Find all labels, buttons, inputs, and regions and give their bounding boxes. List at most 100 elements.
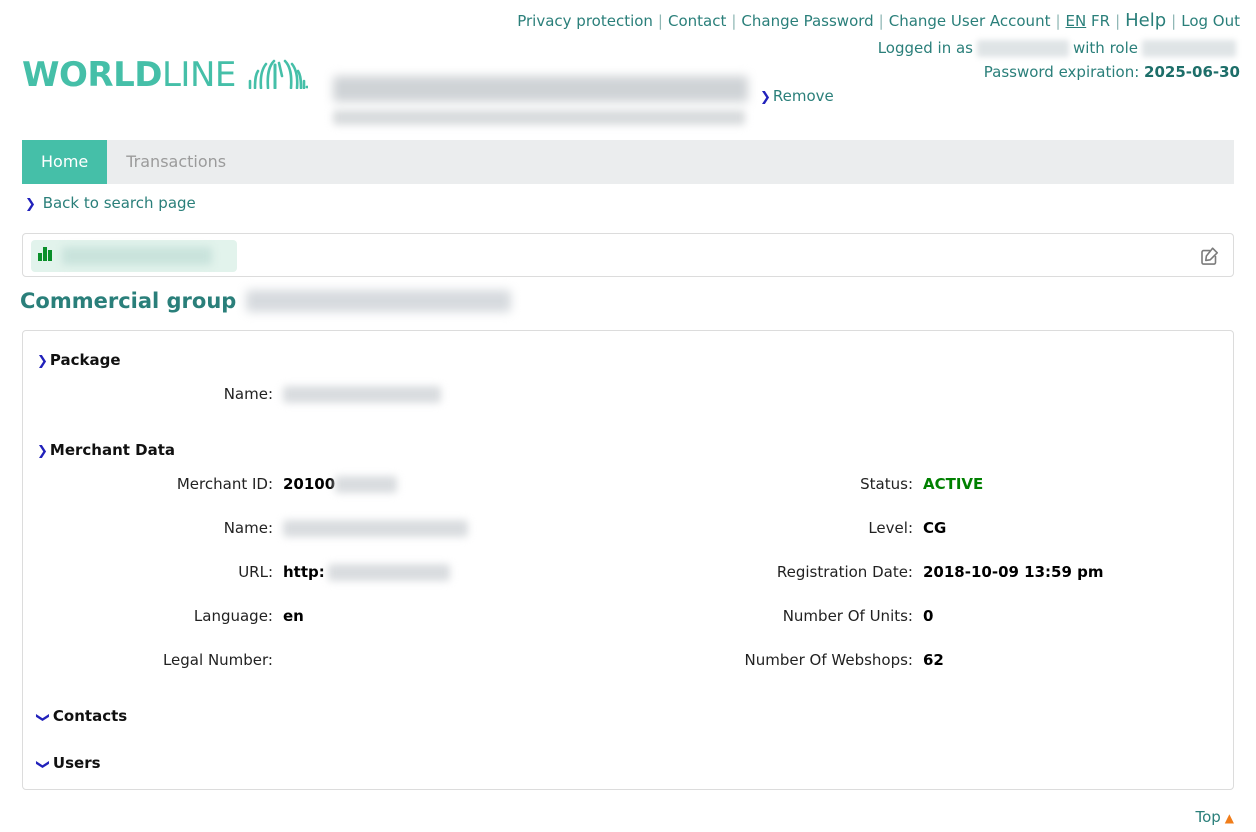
- field-value: http:: [283, 563, 450, 581]
- chevron-right-icon: ❯: [760, 90, 771, 105]
- field-number-of-webshops: Number Of Webshops: 62: [623, 649, 944, 671]
- field-registration-date: Registration Date: 2018-10-09 13:59 pm: [623, 561, 1104, 583]
- section-package-label: Package: [49, 351, 121, 369]
- link-separator: |: [731, 12, 737, 30]
- privacy-protection-link[interactable]: Privacy protection: [517, 12, 653, 30]
- language-en-link[interactable]: EN: [1066, 12, 1087, 30]
- section-merchant-data-label: Merchant Data: [49, 441, 176, 459]
- entity-id-chip[interactable]: [31, 240, 237, 272]
- link-separator: |: [1115, 12, 1121, 30]
- field-label: Name:: [223, 385, 273, 403]
- field-value: 2018-10-09 13:59 pm: [923, 563, 1104, 581]
- field-value: 0: [923, 607, 934, 625]
- section-contacts-label: Contacts: [52, 707, 128, 725]
- field-label: URL:: [238, 563, 273, 581]
- merchant-title-line-1: [333, 76, 748, 102]
- value-redacted: [283, 385, 441, 403]
- field-label: Registration Date:: [776, 563, 913, 581]
- field-label: Level:: [868, 519, 913, 537]
- field-number-of-units: Number Of Units: 0: [623, 605, 934, 627]
- field-value: CG: [923, 519, 947, 537]
- link-separator: |: [657, 12, 663, 30]
- status-badge: ACTIVE: [923, 475, 984, 493]
- worldline-logo[interactable]: WORLD LINE: [22, 55, 309, 95]
- link-separator: |: [878, 12, 884, 30]
- logged-in-username-redacted: [976, 40, 1069, 57]
- password-expiration-value: 2025-06-30: [1144, 63, 1240, 81]
- field-label: Legal Number:: [162, 651, 273, 669]
- contact-link[interactable]: Contact: [668, 12, 726, 30]
- logged-in-role-redacted: [1142, 40, 1236, 57]
- entity-id-box: [22, 233, 1234, 277]
- field-label: Language:: [193, 607, 273, 625]
- logged-in-role-prefix: with role: [1072, 39, 1138, 57]
- section-header-merchant-data[interactable]: ❯ Merchant Data: [37, 441, 175, 459]
- field-merchant-legal-number: Legal Number:: [23, 649, 283, 671]
- help-link[interactable]: Help: [1125, 10, 1166, 31]
- chevron-right-icon: ❯: [37, 444, 48, 459]
- change-user-account-link[interactable]: Change User Account: [889, 12, 1051, 30]
- logged-in-status: Logged in as with role: [0, 31, 1256, 57]
- field-value: 20100: [283, 475, 398, 493]
- section-header-users[interactable]: ❯ Users: [34, 754, 101, 772]
- chevron-right-icon: ❯: [37, 354, 48, 369]
- field-value: [283, 385, 441, 403]
- value-redacted: [335, 475, 398, 493]
- logo-word-bold: WORLD: [22, 55, 162, 95]
- entity-id-label-redacted: [62, 247, 212, 265]
- top-links: Privacy protection | Contact | Change Passwo…: [0, 0, 1256, 31]
- value-redacted: [327, 563, 450, 581]
- tab-home[interactable]: Home: [22, 140, 108, 184]
- tab-strip: Home Transactions: [22, 140, 1234, 184]
- chevron-down-icon: ❯: [34, 759, 50, 770]
- value-redacted: [283, 519, 468, 537]
- field-label: Number Of Webshops:: [744, 651, 913, 669]
- change-password-link[interactable]: Change Password: [741, 12, 873, 30]
- edit-square-icon[interactable]: [1200, 245, 1221, 270]
- field-label: Status:: [860, 475, 913, 493]
- back-link-label: Back to search page: [42, 194, 196, 212]
- logo-word-light: LINE: [161, 55, 236, 95]
- field-package-name: Name:: [23, 383, 441, 405]
- section-header-contacts[interactable]: ❯ Contacts: [34, 707, 128, 725]
- bar-chart-icon: [37, 246, 54, 266]
- chevron-right-icon: ❯: [25, 197, 36, 212]
- field-label: Number Of Units:: [782, 607, 913, 625]
- remove-label: Remove: [772, 87, 834, 105]
- remove-link[interactable]: ❯ Remove: [760, 87, 834, 105]
- tab-transactions[interactable]: Transactions: [107, 140, 245, 184]
- wave-fan-icon: [246, 59, 309, 93]
- field-label: Merchant ID:: [176, 475, 273, 493]
- field-value: [283, 519, 468, 537]
- chevron-down-icon: ❯: [34, 712, 50, 723]
- log-out-link[interactable]: Log Out: [1181, 12, 1240, 30]
- value-text: 20100: [283, 475, 336, 493]
- field-label: Name:: [223, 519, 273, 537]
- value-text: http:: [283, 563, 325, 581]
- field-level: Level: CG: [623, 517, 946, 539]
- merchant-title-line-2: [333, 110, 745, 125]
- merchant-title-redacted: [333, 76, 753, 132]
- page-title: Commercial group: [20, 289, 512, 313]
- back-to-search-page-link[interactable]: ❯ Back to search page: [25, 194, 196, 212]
- details-panel: ❯ Package Name: ❯ Merchant Data Merchant I…: [22, 330, 1234, 790]
- section-users-label: Users: [52, 754, 101, 772]
- field-value: 62: [923, 651, 944, 669]
- top-label: Top: [1195, 808, 1221, 826]
- page-title-value-redacted: [246, 290, 512, 312]
- section-header-package[interactable]: ❯ Package: [37, 351, 121, 369]
- field-status: Status: ACTIVE: [623, 473, 983, 495]
- field-merchant-id: Merchant ID: 20100: [23, 473, 398, 495]
- field-merchant-language: Language: en: [23, 605, 304, 627]
- password-expiration-label: Password expiration:: [983, 63, 1140, 81]
- logged-in-prefix: Logged in as: [877, 39, 973, 57]
- page-title-text: Commercial group: [20, 289, 237, 313]
- app-page: Privacy protection | Contact | Change Passwo…: [0, 0, 1256, 832]
- field-value: en: [283, 607, 304, 625]
- scroll-to-top-link[interactable]: Top ▲: [1195, 808, 1234, 826]
- triangle-up-icon: ▲: [1224, 811, 1234, 825]
- field-merchant-url: URL: http:: [23, 561, 450, 583]
- link-separator: |: [1055, 12, 1061, 30]
- field-merchant-name: Name:: [23, 517, 468, 539]
- language-fr-link[interactable]: FR: [1091, 12, 1110, 30]
